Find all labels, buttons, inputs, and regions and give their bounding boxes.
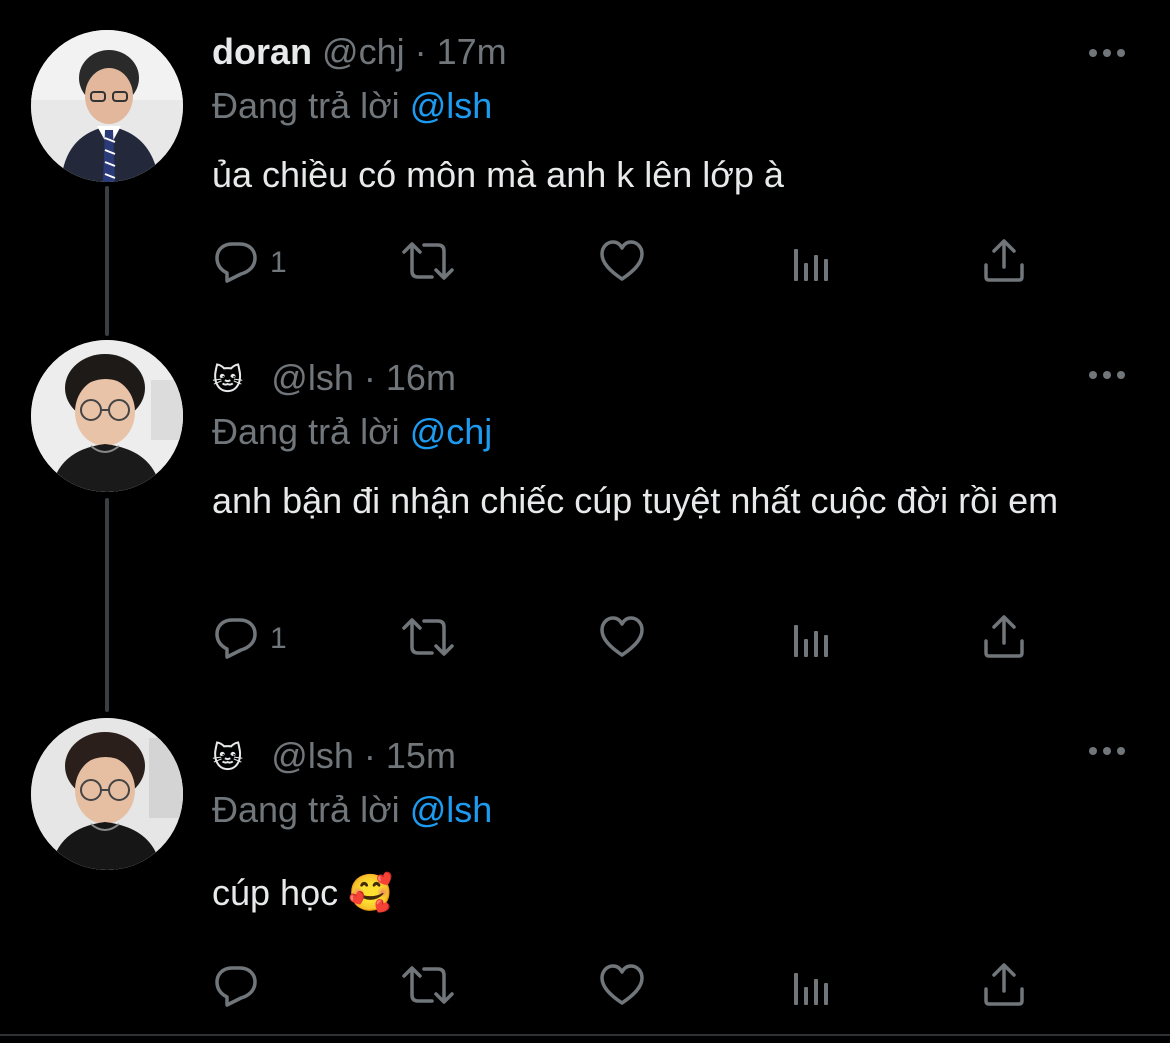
- tweet-actions: [212, 962, 1042, 1012]
- retweet-icon: [400, 613, 456, 666]
- retweet-button[interactable]: [400, 238, 456, 288]
- like-button[interactable]: [598, 238, 646, 288]
- tweet-header: 🐱 @lsh · 15m: [212, 734, 456, 781]
- avatar[interactable]: [31, 718, 183, 870]
- avatar[interactable]: [31, 340, 183, 492]
- thread-line: [105, 186, 109, 336]
- tweet-actions: 1: [212, 614, 1042, 664]
- replying-to: Đang trả lời @chj: [212, 410, 492, 454]
- tweet-header: doran @chj · 17m: [212, 30, 507, 74]
- analytics-button[interactable]: [790, 614, 834, 664]
- share-icon: [980, 237, 1028, 290]
- replying-to: Đang trả lời @lsh: [212, 84, 492, 128]
- reply-button[interactable]: 1: [212, 238, 287, 288]
- more-icon[interactable]: [1087, 46, 1127, 60]
- analytics-icon: [790, 961, 834, 1014]
- analytics-button[interactable]: [790, 238, 834, 288]
- like-icon: [598, 613, 646, 666]
- user-handle[interactable]: @lsh: [271, 357, 354, 398]
- reply-button[interactable]: [212, 962, 270, 1012]
- separator-dot: ·: [414, 31, 427, 72]
- more-icon[interactable]: [1087, 368, 1127, 382]
- reply-button[interactable]: 1: [212, 614, 287, 664]
- reply-icon: [212, 613, 260, 666]
- retweet-icon: [400, 961, 456, 1014]
- display-name[interactable]: doran: [212, 31, 312, 72]
- display-name-emoji[interactable]: 🐱: [212, 737, 243, 781]
- timestamp[interactable]: 17m: [437, 31, 507, 72]
- reply-count: 1: [270, 622, 287, 655]
- thread-line: [105, 498, 109, 712]
- mention-link[interactable]: @chj: [410, 411, 493, 452]
- replying-to-label: Đang trả lời: [212, 85, 400, 126]
- display-name-emoji[interactable]: 🐱: [212, 359, 243, 403]
- tweet-text: anh bận đi nhận chiếc cúp tuyệt nhất cuộ…: [212, 480, 1059, 521]
- mention-link[interactable]: @lsh: [410, 85, 493, 126]
- divider: [0, 1034, 1170, 1036]
- timestamp[interactable]: 16m: [386, 357, 456, 398]
- reply-icon: [212, 237, 260, 290]
- more-icon[interactable]: [1087, 744, 1127, 758]
- separator-dot: ·: [363, 735, 376, 776]
- user-handle[interactable]: @lsh: [271, 735, 354, 776]
- replying-to: Đang trả lời @lsh: [212, 788, 492, 832]
- like-button[interactable]: [598, 614, 646, 664]
- user-handle[interactable]: @chj: [322, 31, 405, 72]
- share-button[interactable]: [980, 614, 1028, 664]
- retweet-button[interactable]: [400, 614, 456, 664]
- tweet-text: cúp học 🥰: [212, 872, 393, 913]
- share-icon: [980, 961, 1028, 1014]
- separator-dot: ·: [363, 357, 376, 398]
- analytics-icon: [790, 237, 834, 290]
- replying-to-label: Đang trả lời: [212, 789, 400, 830]
- mention-link[interactable]: @lsh: [410, 789, 493, 830]
- share-icon: [980, 613, 1028, 666]
- analytics-button[interactable]: [790, 962, 834, 1012]
- like-button[interactable]: [598, 962, 646, 1012]
- reply-icon: [212, 961, 260, 1014]
- like-icon: [598, 237, 646, 290]
- tweet-header: 🐱 @lsh · 16m: [212, 356, 456, 403]
- retweet-icon: [400, 237, 456, 290]
- tweet-text: ủa chiều có môn mà anh k lên lớp à: [212, 154, 784, 195]
- share-button[interactable]: [980, 962, 1028, 1012]
- retweet-button[interactable]: [400, 962, 456, 1012]
- reply-count: 1: [270, 246, 287, 279]
- like-icon: [598, 961, 646, 1014]
- tweet-actions: 1: [212, 238, 1042, 288]
- timestamp[interactable]: 15m: [386, 735, 456, 776]
- replying-to-label: Đang trả lời: [212, 411, 400, 452]
- share-button[interactable]: [980, 238, 1028, 288]
- analytics-icon: [790, 613, 834, 666]
- avatar[interactable]: [31, 30, 183, 182]
